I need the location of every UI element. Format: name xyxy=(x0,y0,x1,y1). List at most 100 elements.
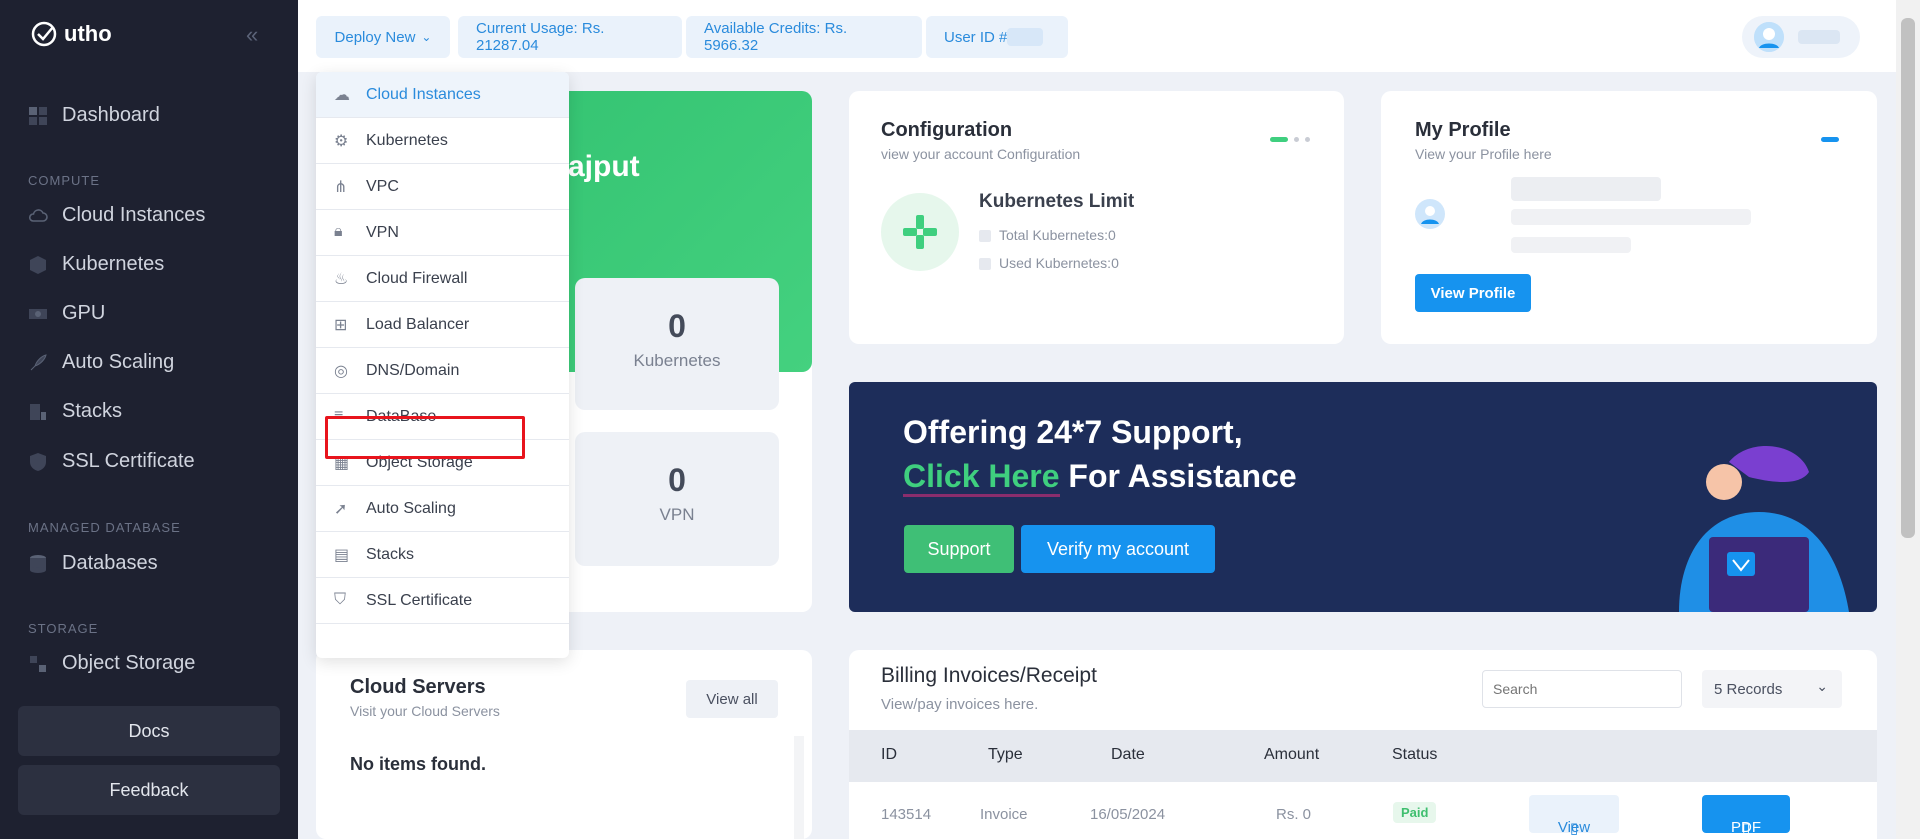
col-amount: Amount xyxy=(1264,746,1320,763)
stacks-icon: ▤ xyxy=(334,546,350,564)
user-id-redacted xyxy=(1007,28,1044,46)
profile-name-redacted xyxy=(1511,177,1661,201)
sidebar-item-object-storage[interactable]: Object Storage xyxy=(28,652,195,675)
menu-item-cloud-instances[interactable]: ☁ Cloud Instances xyxy=(316,72,569,118)
user-id-label: User ID # xyxy=(944,28,1008,46)
records-select-value: 5 Records xyxy=(1714,680,1783,698)
feedback-button[interactable]: Feedback xyxy=(18,765,280,815)
carousel-indicator[interactable] xyxy=(1821,137,1839,142)
cloud-icon xyxy=(28,206,48,226)
dashboard-icon xyxy=(28,106,48,126)
menu-item-ssl-certificate[interactable]: ⛉ SSL Certificate xyxy=(316,578,569,624)
storage-icon xyxy=(28,654,48,674)
menu-item-auto-scaling[interactable]: ➚ Auto Scaling xyxy=(316,486,569,532)
records-select[interactable]: 5 Records ⌄ xyxy=(1702,670,1842,708)
cloud-icon: ☁ xyxy=(334,86,350,104)
sidebar-item-cloud-instances[interactable]: Cloud Instances xyxy=(28,204,205,227)
sidebar-item-label: Auto Scaling xyxy=(62,351,175,373)
no-items-text: No items found. xyxy=(350,754,486,774)
deploy-new-button[interactable]: Deploy New ⌄ xyxy=(316,16,450,58)
cell-id: 143514 xyxy=(881,806,932,823)
profile-phone-redacted xyxy=(1511,237,1631,253)
menu-item-stacks[interactable]: ▤ Stacks xyxy=(316,532,569,578)
section-storage: STORAGE xyxy=(28,621,99,636)
sidebar-item-label: Cloud Instances xyxy=(62,204,206,226)
billing-search-input[interactable] xyxy=(1482,670,1682,708)
carousel-dots[interactable] xyxy=(1270,137,1310,142)
deploy-new-label: Deploy New xyxy=(334,28,416,46)
logo-text: utho xyxy=(64,21,112,46)
scrollbar-thumb[interactable] xyxy=(1901,18,1915,538)
chevron-right-icon xyxy=(979,230,991,243)
sidebar-item-label: Kubernetes xyxy=(62,253,165,275)
load-balancer-icon: ⊞ xyxy=(334,316,348,334)
chevron-down-icon: ⌄ xyxy=(1816,678,1828,694)
chevron-right-icon xyxy=(979,258,991,271)
docs-button[interactable]: Docs xyxy=(18,706,280,756)
pdf-download-button[interactable]: ▯ PDF xyxy=(1702,795,1790,837)
kubernetes-limit-icon xyxy=(881,193,959,271)
menu-item-vpc[interactable]: ⋔ VPC xyxy=(316,164,569,210)
menu-item-load-balancer[interactable]: ⊞ Load Balancer xyxy=(316,302,569,348)
profile-card: My Profile View your Profile here View P… xyxy=(1381,91,1877,344)
billing-title: Billing Invoices/Receipt xyxy=(881,664,1097,687)
share-icon: ⋔ xyxy=(334,178,348,196)
lock-icon: 🔒︎ xyxy=(334,222,343,240)
sidebar-item-databases[interactable]: Databases xyxy=(28,552,158,575)
available-credits-chip[interactable]: Available Credits: Rs. 5966.32 xyxy=(686,16,922,58)
stat-vpn[interactable]: 0 VPN xyxy=(575,432,779,566)
chevron-down-icon: ⌄ xyxy=(421,30,432,44)
cloud-servers-card: Cloud Servers Visit your Cloud Servers V… xyxy=(316,650,812,839)
list-scrollbar[interactable] xyxy=(794,736,804,839)
menu-item-dns-domain[interactable]: ◎ DNS/Domain xyxy=(316,348,569,394)
configuration-card: Configuration view your account Configur… xyxy=(849,91,1344,344)
total-kubernetes: Total Kubernetes:0 xyxy=(979,227,1116,243)
sidebar-item-label: Stacks xyxy=(62,400,123,422)
stat-label: VPN xyxy=(659,505,695,524)
topbar: Deploy New ⌄ Current Usage: Rs. 21287.04… xyxy=(298,0,1920,72)
verify-account-button[interactable]: Verify my account xyxy=(1021,525,1215,573)
sidebar-item-kubernetes[interactable]: Kubernetes xyxy=(28,253,164,276)
user-menu[interactable] xyxy=(1742,16,1860,58)
sidebar-item-label: Dashboard xyxy=(62,104,160,126)
kubernetes-icon: ⚙ xyxy=(334,132,349,150)
section-managed-database: MANAGED DATABASE xyxy=(28,520,181,535)
gpu-icon xyxy=(28,304,48,324)
kubernetes-icon xyxy=(28,255,48,275)
sidebar-item-stacks[interactable]: Stacks xyxy=(28,400,122,423)
banner-line1: Offering 24*7 Support, xyxy=(903,414,1243,450)
stat-label: Kubernetes xyxy=(633,351,721,370)
shield-icon xyxy=(28,452,48,472)
user-name-redacted xyxy=(1798,30,1840,44)
view-profile-button[interactable]: View Profile xyxy=(1415,274,1531,312)
menu-item-vpn[interactable]: 🔒︎ VPN xyxy=(316,210,569,256)
database-icon xyxy=(28,554,48,574)
menu-item-kubernetes[interactable]: ⚙ Kubernetes xyxy=(316,118,569,164)
utho-logo[interactable]: utho xyxy=(30,20,112,48)
page-scrollbar[interactable] xyxy=(1896,0,1920,839)
sidebar-item-dashboard[interactable]: Dashboard xyxy=(28,104,160,127)
user-id-chip[interactable]: User ID # xyxy=(926,16,1068,58)
col-id: ID xyxy=(881,746,897,763)
stat-kubernetes[interactable]: 0 Kubernetes xyxy=(575,278,779,410)
support-button[interactable]: Support xyxy=(904,525,1014,573)
table-row: 143514 Invoice 16/05/2024 Rs. 0 Paid ▯ Vi… xyxy=(849,782,1877,839)
configuration-title: Configuration xyxy=(881,119,1013,141)
click-here-link[interactable]: Click Here xyxy=(903,458,1060,497)
support-banner: Offering 24*7 Support, Click Here For As… xyxy=(849,382,1877,612)
collapse-sidebar-icon[interactable]: « xyxy=(246,24,268,46)
view-all-button[interactable]: View all xyxy=(686,680,778,718)
cell-type: Invoice xyxy=(980,806,1028,823)
section-compute: COMPUTE xyxy=(28,173,100,188)
sidebar-item-label: SSL Certificate xyxy=(62,450,195,472)
menu-item-cloud-firewall[interactable]: ♨ Cloud Firewall xyxy=(316,256,569,302)
col-status: Status xyxy=(1392,746,1438,763)
sidebar-item-gpu[interactable]: GPU xyxy=(28,302,105,325)
sidebar-item-label: GPU xyxy=(62,302,106,324)
welcome-name: ajput xyxy=(568,150,640,183)
banner-line2: Click Here For Assistance xyxy=(903,458,1297,497)
sidebar-item-ssl-certificate[interactable]: SSL Certificate xyxy=(28,450,195,473)
current-usage-chip[interactable]: Current Usage: Rs. 21287.04 xyxy=(458,16,682,58)
view-invoice-button[interactable]: ▯ View xyxy=(1529,795,1619,837)
sidebar-item-auto-scaling[interactable]: Auto Scaling xyxy=(28,351,174,374)
